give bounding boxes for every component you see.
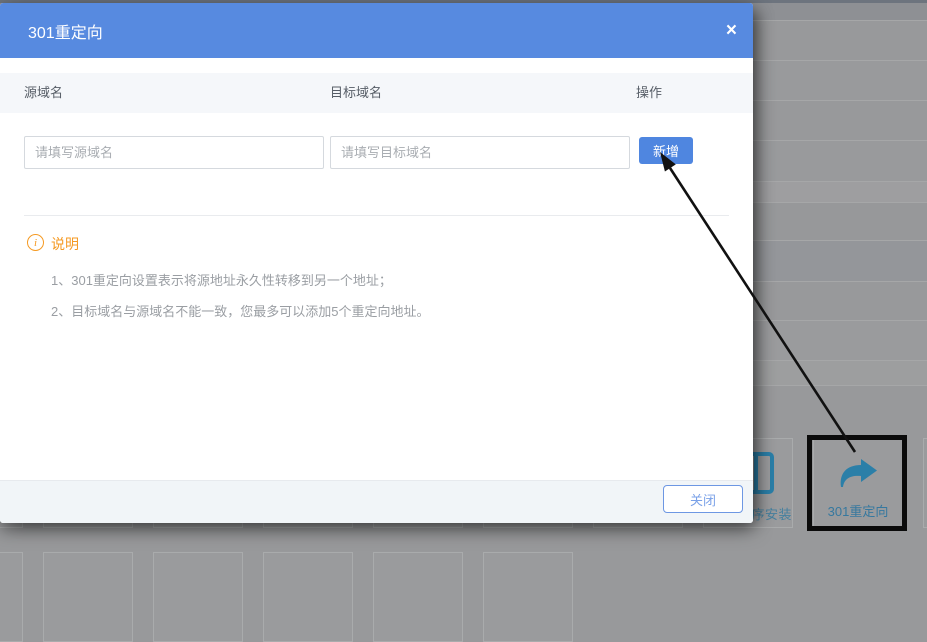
redirect-modal: 301重定向 × 源域名 目标域名 操作 新增 i 说明 1、301重定向设置表… [0,3,753,523]
modal-header: 301重定向 × [0,3,753,58]
background-tile [153,552,243,642]
modal-footer [0,480,753,523]
annotation-highlight-box [807,435,907,531]
background-tile [373,552,463,642]
column-header-action: 操作 [636,73,662,113]
background-tile [483,552,573,642]
note-item: 2、目标域名与源域名不能一致，您最多可以添加5个重定向地址。 [51,301,429,320]
close-icon[interactable]: × [722,3,741,58]
info-icon: i [27,234,44,251]
background-tile [0,552,23,642]
note-item: 1、301重定向设置表示将源地址永久性转移到另一个地址； [51,270,392,289]
background-tile [923,438,927,528]
divider [24,215,729,216]
column-header-source: 源域名 [24,73,63,113]
add-button[interactable]: 新增 [639,137,693,164]
target-domain-input[interactable] [330,136,630,169]
close-button[interactable]: 关闭 [663,485,743,513]
table-header-row: 源域名 目标域名 操作 [0,73,753,113]
background-tile [43,552,133,642]
note-title: 说明 [51,234,79,254]
background-tile [263,552,353,642]
source-domain-input[interactable] [24,136,324,169]
modal-title: 301重定向 [28,19,103,43]
column-header-target: 目标域名 [330,73,382,113]
